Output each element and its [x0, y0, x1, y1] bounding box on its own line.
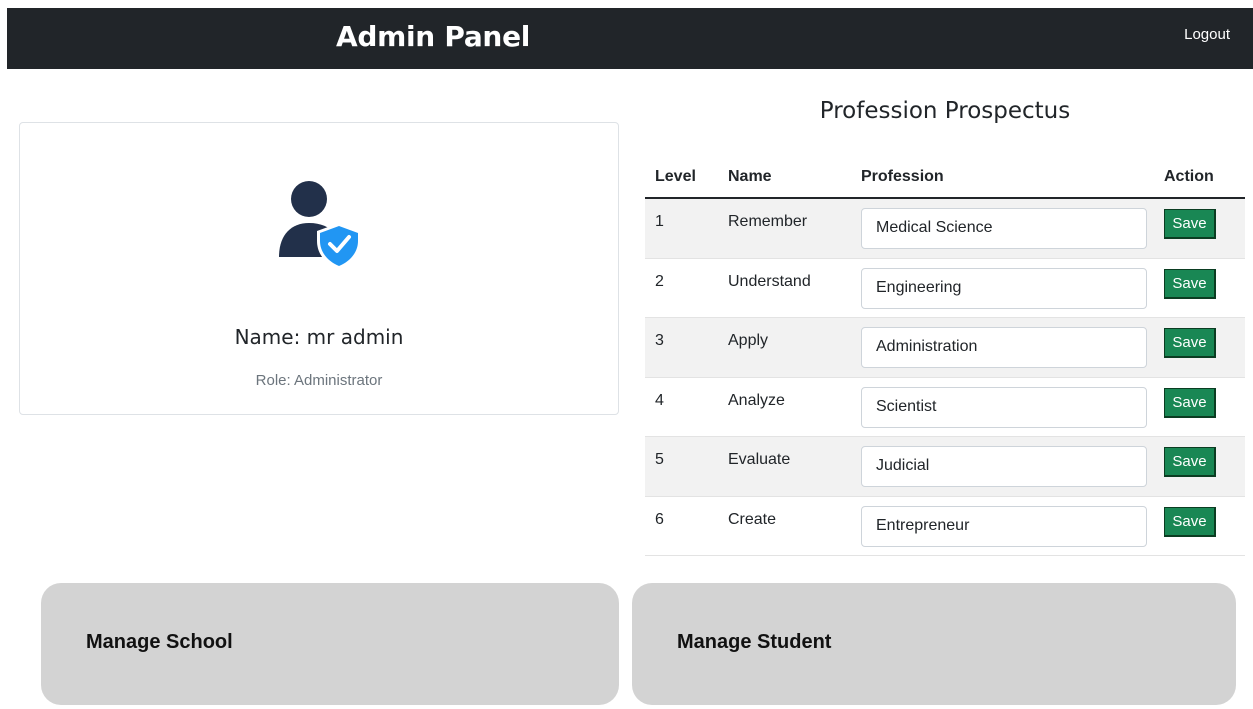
profession-input[interactable]: Administration [861, 327, 1147, 368]
column-header-action: Action [1164, 168, 1214, 185]
save-button[interactable]: Save [1164, 209, 1216, 239]
logout-link[interactable]: Logout [1184, 26, 1230, 43]
prospectus-title: Profession Prospectus [819, 98, 1071, 124]
profession-input[interactable]: Entrepreneur [861, 505, 1147, 547]
user-shield-icon [279, 181, 361, 269]
save-button[interactable]: Save [1164, 268, 1216, 299]
app-title: Admin Panel [336, 20, 531, 53]
row-name: Apply [728, 332, 769, 349]
table-row: 2 Understand Engineering Save [645, 259, 1245, 318]
row-name: Analyze [728, 391, 785, 409]
manage-student-card[interactable]: Manage Student [632, 583, 1236, 705]
column-header-profession: Profession [861, 168, 944, 185]
table-header: Level Name Profession Action [645, 158, 1245, 199]
row-level: 2 [655, 272, 664, 290]
profession-table: Level Name Profession Action 1 Remember … [645, 158, 1245, 556]
profile-role: Role: Administrator [255, 372, 383, 389]
table-row: 4 Analyze Scientist Save [645, 378, 1245, 437]
row-level: 6 [655, 510, 664, 528]
row-name: Evaluate [728, 451, 791, 468]
row-level: 4 [655, 391, 664, 409]
column-header-name: Name [728, 168, 772, 185]
save-button[interactable]: Save [1164, 506, 1216, 537]
profession-input[interactable]: Judicial [861, 446, 1147, 487]
manage-student-label: Manage Student [677, 631, 832, 653]
save-button[interactable]: Save [1164, 387, 1216, 418]
manage-school-label: Manage School [86, 631, 233, 653]
save-button[interactable]: Save [1164, 328, 1216, 358]
row-name: Understand [728, 272, 811, 290]
table-body: 1 Remember Medical Science Save 2 Unders… [645, 199, 1245, 556]
profession-input[interactable]: Scientist [861, 386, 1147, 428]
profession-input[interactable]: Medical Science [861, 208, 1147, 249]
top-navbar: Admin Panel Logout [7, 8, 1253, 69]
profile-name: Name: mr admin [234, 325, 404, 349]
row-level: 5 [655, 451, 664, 468]
row-level: 3 [655, 332, 664, 349]
row-name: Remember [728, 213, 808, 230]
table-row: 3 Apply Administration Save [645, 318, 1245, 378]
save-button[interactable]: Save [1164, 447, 1216, 477]
table-row: 1 Remember Medical Science Save [645, 199, 1245, 259]
column-header-level: Level [655, 168, 696, 185]
table-row: 5 Evaluate Judicial Save [645, 437, 1245, 497]
manage-school-card[interactable]: Manage School [41, 583, 619, 705]
row-name: Create [728, 510, 777, 528]
profession-input[interactable]: Engineering [861, 267, 1147, 309]
table-row: 6 Create Entrepreneur Save [645, 497, 1245, 556]
row-level: 1 [655, 213, 664, 230]
profile-card: Name: mr admin Role: Administrator [19, 122, 619, 415]
